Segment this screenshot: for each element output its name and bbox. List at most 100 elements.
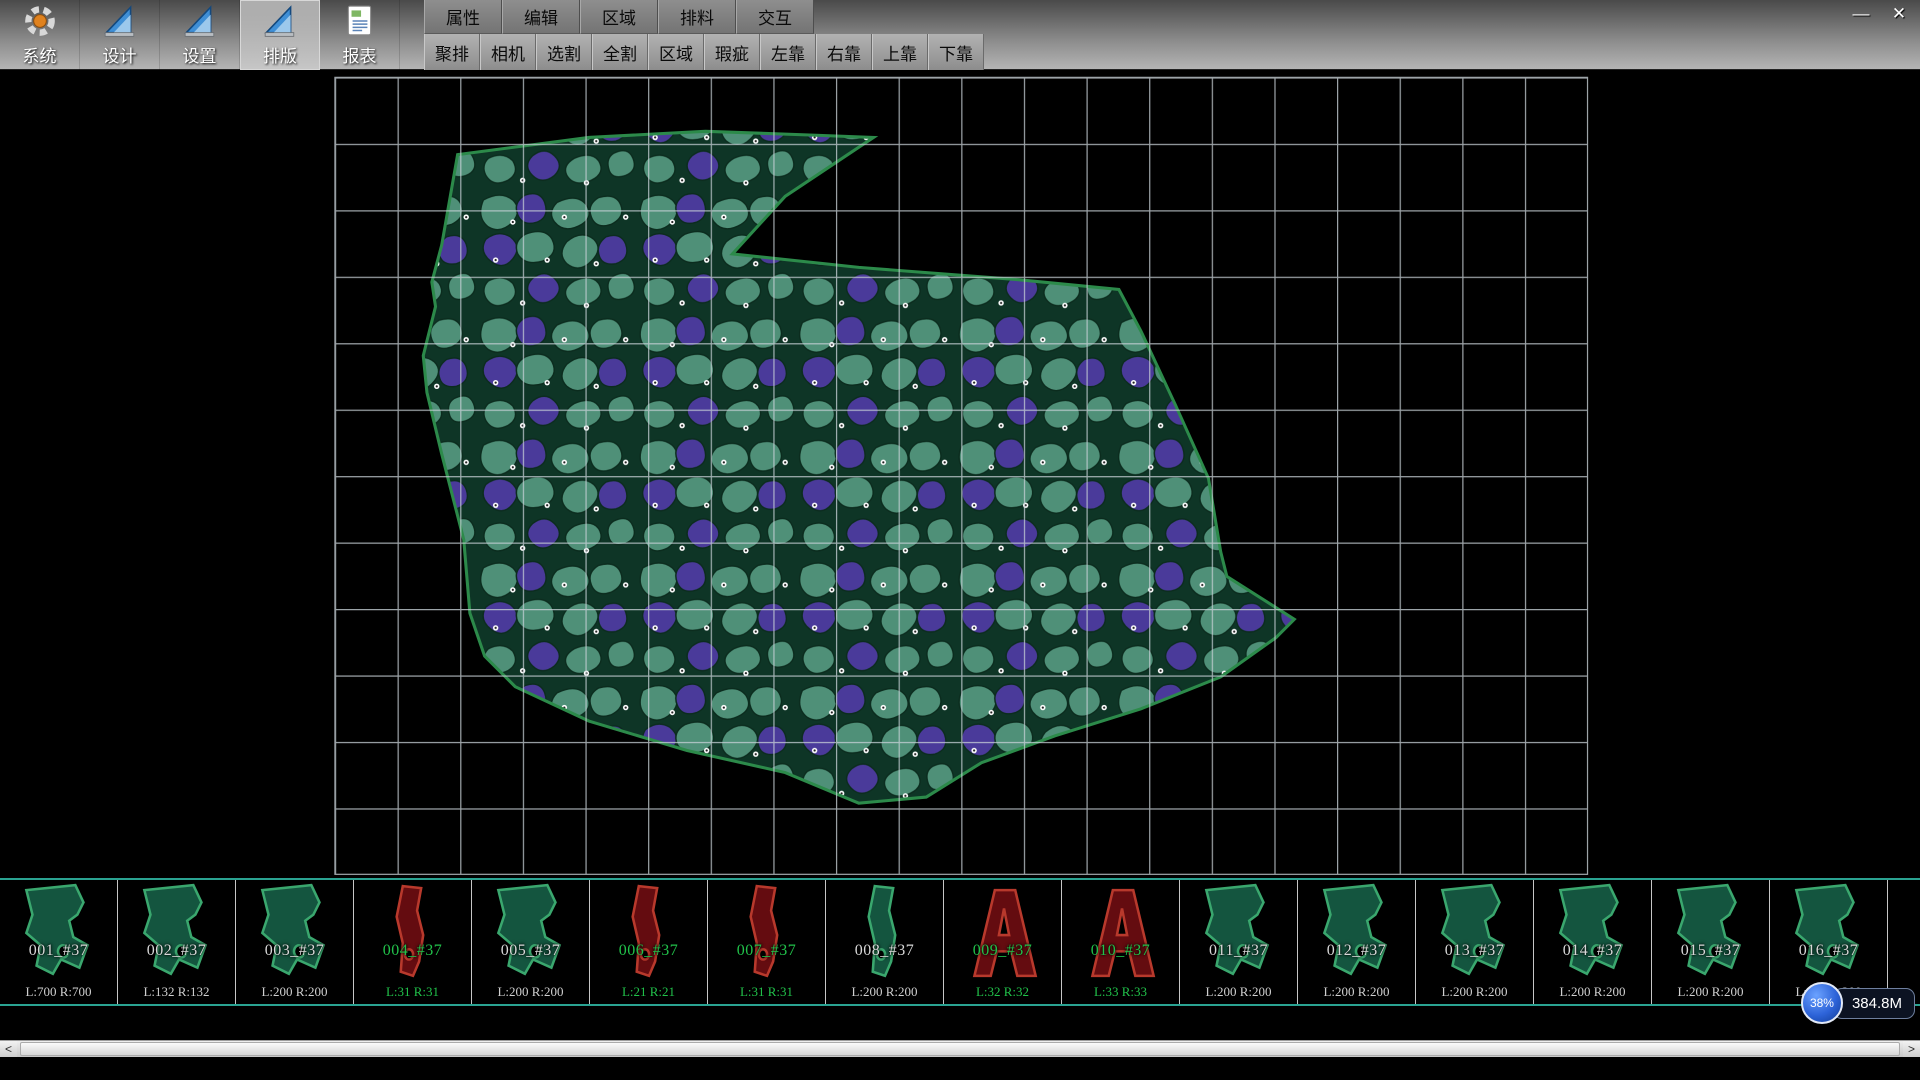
piece-preview — [487, 882, 575, 984]
piece-preview — [1431, 882, 1519, 984]
piece-name: 009_#37 — [944, 942, 1061, 960]
layout-icon — [262, 3, 298, 39]
piece-thumbnail[interactable]: 006_#37 L:21 R:21 — [590, 880, 708, 1004]
design-icon — [102, 3, 138, 39]
piece-lr-count: L:200 R:200 — [1652, 984, 1769, 1000]
piece-name: 014_#37 — [1534, 942, 1651, 960]
memory-label: 384.8M — [1833, 988, 1915, 1019]
piece-preview — [369, 882, 457, 984]
piece-name: 016_#37 — [1770, 942, 1887, 960]
system-button[interactable]: 系统 — [0, 0, 80, 70]
menu-tab-nesting[interactable]: 排料 — [658, 0, 736, 34]
piece-preview — [959, 882, 1047, 984]
piece-name: 002_#37 — [118, 942, 235, 960]
piece-lr-count: L:200 R:200 — [236, 984, 353, 1000]
tool-button-align-bottom[interactable]: 下靠 — [928, 34, 984, 70]
piece-thumbnail[interactable]: 001_#37 L:700 R:700 — [0, 880, 118, 1004]
design-button[interactable]: 设计 — [80, 0, 160, 70]
piece-name: 011_#37 — [1180, 942, 1297, 960]
tool-button-camera[interactable]: 相机 — [480, 34, 536, 70]
tool-button-row: 聚排相机选割全割区域瑕疵左靠右靠上靠下靠 — [424, 34, 984, 70]
report-button[interactable]: 报表 — [320, 0, 400, 70]
memory-badge: 38% 384.8M — [1801, 982, 1915, 1024]
layout-button-label: 排版 — [263, 42, 297, 67]
piece-preview — [1785, 882, 1873, 984]
piece-preview — [1313, 882, 1401, 984]
toolbar: 系统 设计 设置 排版 报表 属性编辑区域排料交互 — [0, 0, 1920, 70]
piece-name: 003_#37 — [236, 942, 353, 960]
piece-thumbnail[interactable]: 009_#37 L:32 R:32 — [944, 880, 1062, 1004]
tool-button-align-left[interactable]: 左靠 — [760, 34, 816, 70]
menu-tab-properties[interactable]: 属性 — [424, 0, 502, 34]
piece-thumbnail[interactable]: 007_#37 L:31 R:31 — [708, 880, 826, 1004]
menu-tab-edit[interactable]: 编辑 — [502, 0, 580, 34]
scroll-track[interactable] — [17, 1041, 1903, 1057]
menu-tab-row: 属性编辑区域排料交互 — [424, 0, 984, 34]
tool-button-region[interactable]: 区域 — [648, 34, 704, 70]
piece-preview — [15, 882, 103, 984]
piece-name: 001_#37 — [0, 942, 117, 960]
system-button-label: 系统 — [23, 42, 57, 67]
piece-lr-count: L:21 R:21 — [590, 984, 707, 1000]
tool-button-select-cut[interactable]: 选割 — [536, 34, 592, 70]
window-controls: — ✕ — [1850, 4, 1910, 24]
piece-thumbnail[interactable]: 010_#37 L:33 R:33 — [1062, 880, 1180, 1004]
piece-thumbnail[interactable]: 002_#37 L:132 R:132 — [118, 880, 236, 1004]
gear-icon — [22, 3, 58, 39]
piece-thumbnail[interactable]: 008_#37 L:200 R:200 — [826, 880, 944, 1004]
piece-thumbnail[interactable]: 004_#37 L:31 R:31 — [354, 880, 472, 1004]
piece-preview — [1077, 882, 1165, 984]
horizontal-scrollbar: < > — [0, 1040, 1920, 1057]
scroll-left-button[interactable]: < — [0, 1041, 17, 1057]
piece-name: 006_#37 — [590, 942, 707, 960]
tool-button-align-top[interactable]: 上靠 — [872, 34, 928, 70]
piece-thumbnail[interactable]: 011_#37 L:200 R:200 — [1180, 880, 1298, 1004]
layout-button[interactable]: 排版 — [240, 0, 320, 70]
settings-icon — [182, 3, 218, 39]
piece-lr-count: L:31 R:31 — [354, 984, 471, 1000]
piece-lr-count: L:33 R:33 — [1062, 984, 1179, 1000]
menu-tab-region[interactable]: 区域 — [580, 0, 658, 34]
report-icon — [342, 3, 378, 39]
scroll-thumb[interactable] — [20, 1042, 1900, 1056]
piece-lr-count: L:132 R:132 — [118, 984, 235, 1000]
piece-preview — [605, 882, 693, 984]
piece-lr-count: L:200 R:200 — [1298, 984, 1415, 1000]
minimize-button[interactable]: — — [1850, 4, 1872, 24]
scroll-right-button[interactable]: > — [1903, 1041, 1920, 1057]
menus: 属性编辑区域排料交互 聚排相机选割全割区域瑕疵左靠右靠上靠下靠 — [424, 0, 984, 70]
piece-name: 007_#37 — [708, 942, 825, 960]
piece-name: 005_#37 — [472, 942, 589, 960]
piece-thumbnail[interactable]: 012_#37 L:200 R:200 — [1298, 880, 1416, 1004]
piece-preview — [1195, 882, 1283, 984]
tool-button-cut-all[interactable]: 全割 — [592, 34, 648, 70]
menu-tab-interaction[interactable]: 交互 — [736, 0, 814, 34]
tool-button-cluster-nest[interactable]: 聚排 — [424, 34, 480, 70]
piece-preview — [841, 882, 929, 984]
piece-name: 004_#37 — [354, 942, 471, 960]
grid — [335, 77, 1588, 874]
filmstrip: 001_#37 L:700 R:700 002_#37 L:132 R:132 … — [0, 878, 1920, 1006]
piece-thumbnail[interactable]: 015_#37 L:200 R:200 — [1652, 880, 1770, 1004]
tool-button-defect[interactable]: 瑕疵 — [704, 34, 760, 70]
piece-lr-count: L:200 R:200 — [1180, 984, 1297, 1000]
settings-button-label: 设置 — [183, 42, 217, 67]
piece-lr-count: L:200 R:200 — [1534, 984, 1651, 1000]
tool-button-align-right[interactable]: 右靠 — [816, 34, 872, 70]
piece-lr-count: L:200 R:200 — [472, 984, 589, 1000]
piece-preview — [133, 882, 221, 984]
piece-thumbnail[interactable]: 014_#37 L:200 R:200 — [1534, 880, 1652, 1004]
settings-button[interactable]: 设置 — [160, 0, 240, 70]
piece-thumbnail[interactable]: 013_#37 L:200 R:200 — [1416, 880, 1534, 1004]
close-button[interactable]: ✕ — [1888, 4, 1910, 24]
piece-thumbnail[interactable]: 003_#37 L:200 R:200 — [236, 880, 354, 1004]
piece-name: 013_#37 — [1416, 942, 1533, 960]
piece-name: 012_#37 — [1298, 942, 1415, 960]
piece-preview — [1549, 882, 1637, 984]
piece-name: 015_#37 — [1652, 942, 1769, 960]
piece-thumbnail[interactable]: 005_#37 L:200 R:200 — [472, 880, 590, 1004]
piece-lr-count: L:200 R:200 — [1416, 984, 1533, 1000]
nesting-canvas[interactable] — [0, 70, 1920, 878]
piece-lr-count: L:200 R:200 — [826, 984, 943, 1000]
piece-name: 010_#37 — [1062, 942, 1179, 960]
